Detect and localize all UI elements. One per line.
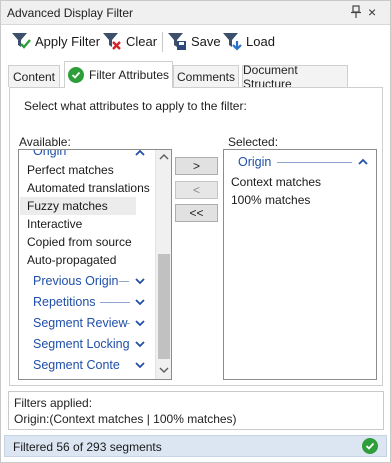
group-divider-line bbox=[277, 162, 352, 163]
list-item-automated-translations[interactable]: Automated translations bbox=[27, 179, 150, 197]
toolbar-separator bbox=[162, 32, 163, 52]
advanced-display-filter-panel: Advanced Display Filter × Apply Filter C… bbox=[0, 0, 391, 463]
remove-selected-button[interactable]: < bbox=[175, 181, 218, 199]
chevron-up-icon[interactable] bbox=[358, 158, 368, 166]
chevron-down-icon[interactable] bbox=[135, 277, 145, 285]
chevron-up-icon[interactable] bbox=[135, 149, 145, 157]
group-divider-line bbox=[100, 302, 130, 303]
tab-content[interactable]: Content bbox=[8, 65, 60, 87]
add-selected-button[interactable]: > bbox=[175, 157, 218, 175]
list-item-fuzzy-matches[interactable]: Fuzzy matches bbox=[20, 197, 136, 215]
tab-comments[interactable]: Comments bbox=[173, 65, 239, 87]
pin-icon[interactable] bbox=[350, 5, 362, 19]
filters-applied-box: Filters applied: Origin:(Context matches… bbox=[8, 391, 384, 430]
status-text: Filtered 56 of 293 segments bbox=[13, 440, 162, 454]
filter-attributes-tab-panel: Select what attributes to apply to the f… bbox=[9, 87, 383, 386]
instruction-text: Select what attributes to apply to the f… bbox=[24, 99, 247, 113]
save-button[interactable]: Save bbox=[167, 30, 221, 52]
list-item-perfect-matches[interactable]: Perfect matches bbox=[27, 161, 114, 179]
selected-list[interactable]: Origin Context matches 100% matches bbox=[223, 149, 377, 380]
load-button[interactable]: Load bbox=[222, 30, 275, 52]
available-list[interactable]: Origin Perfect matches Automated transla… bbox=[18, 149, 172, 380]
list-item-auto-propagated[interactable]: Auto-propagated bbox=[27, 251, 116, 269]
group-segment-review[interactable]: Segment Review bbox=[33, 314, 128, 332]
funnel-clear-icon bbox=[103, 33, 121, 50]
title-bar: Advanced Display Filter × bbox=[1, 1, 390, 25]
toolbar: Apply Filter Clear Save Load bbox=[1, 26, 390, 56]
chevron-down-icon[interactable] bbox=[135, 361, 145, 369]
group-segment-locking[interactable]: Segment Locking bbox=[33, 335, 130, 353]
group-segment-content[interactable]: Segment Conte bbox=[33, 356, 120, 374]
panel-title: Advanced Display Filter bbox=[7, 6, 134, 20]
filters-applied-value: Origin:(Context matches | 100% matches) bbox=[14, 412, 237, 426]
list-item-copied-from-source[interactable]: Copied from source bbox=[27, 233, 132, 251]
selected-label: Selected: bbox=[228, 135, 279, 149]
scroll-down-arrow-icon[interactable] bbox=[159, 366, 169, 374]
selected-item-context-matches[interactable]: Context matches bbox=[231, 173, 321, 191]
chevron-down-icon[interactable] bbox=[135, 319, 145, 327]
group-repetitions[interactable]: Repetitions bbox=[33, 293, 96, 311]
selected-group-origin[interactable]: Origin bbox=[238, 153, 271, 171]
funnel-load-icon bbox=[223, 33, 242, 51]
remove-all-button[interactable]: << bbox=[175, 204, 218, 222]
group-origin-header[interactable]: Origin bbox=[33, 150, 66, 160]
available-list-scrollbar[interactable] bbox=[155, 150, 171, 379]
tab-strip: Content Filter Attributes Comments Docum… bbox=[1, 61, 390, 91]
list-item-interactive[interactable]: Interactive bbox=[27, 215, 82, 233]
tab-document-structure[interactable]: Document Structure bbox=[242, 63, 348, 91]
group-previous-origin[interactable]: Previous Origin bbox=[33, 272, 118, 290]
funnel-save-icon bbox=[168, 33, 186, 50]
chevron-down-icon[interactable] bbox=[135, 340, 145, 348]
funnel-check-icon bbox=[12, 33, 31, 49]
check-icon bbox=[67, 67, 84, 83]
group-divider-line bbox=[123, 323, 130, 324]
group-divider-line bbox=[119, 281, 129, 282]
available-label: Available: bbox=[19, 135, 71, 149]
status-bar: Filtered 56 of 293 segments bbox=[4, 435, 387, 457]
filters-applied-title: Filters applied: bbox=[14, 396, 93, 410]
close-icon[interactable]: × bbox=[368, 4, 376, 20]
selected-item-100-matches[interactable]: 100% matches bbox=[231, 191, 310, 209]
scroll-up-arrow-icon[interactable] bbox=[159, 153, 169, 161]
clear-button[interactable]: Clear bbox=[102, 30, 157, 52]
tab-filter-attributes[interactable]: Filter Attributes bbox=[64, 61, 173, 88]
chevron-down-icon[interactable] bbox=[135, 298, 145, 306]
apply-filter-button[interactable]: Apply Filter bbox=[11, 30, 100, 52]
scrollbar-thumb[interactable] bbox=[158, 254, 170, 359]
check-circle-icon bbox=[362, 438, 378, 454]
